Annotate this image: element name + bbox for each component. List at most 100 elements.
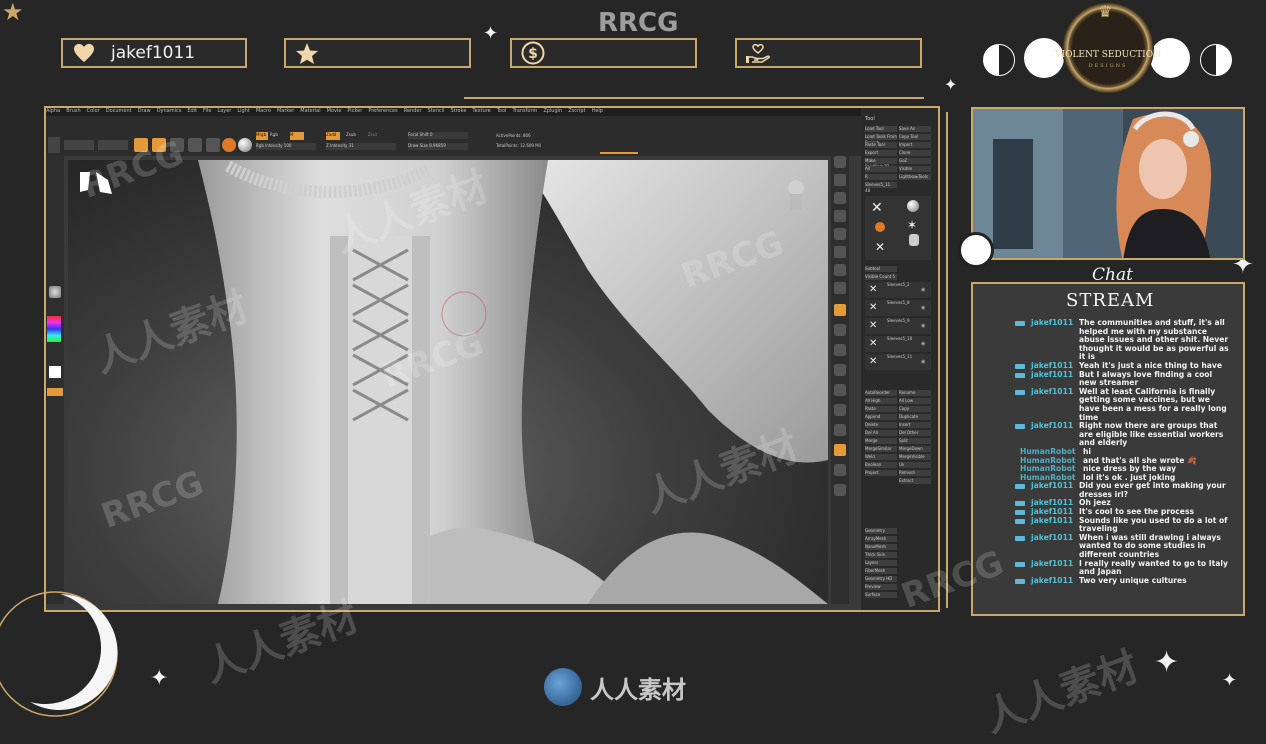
zintensity-slider[interactable]: Z Intensity 31 xyxy=(326,143,396,150)
zoom3d-button[interactable] xyxy=(834,364,846,376)
chat-username[interactable]: jakef1011 xyxy=(1031,533,1079,560)
brush-icon[interactable] xyxy=(222,138,236,152)
tool-palette-button[interactable]: NanoMesh xyxy=(865,544,897,550)
tool-palette-button[interactable]: Uv xyxy=(899,462,931,468)
main-color-swatch[interactable] xyxy=(49,366,61,378)
frame-button[interactable] xyxy=(834,324,846,336)
tool-palette-button[interactable]: Preview xyxy=(865,584,897,590)
tool-palette-button[interactable]: All High xyxy=(865,398,897,404)
menu-item[interactable]: Render xyxy=(404,108,422,114)
chat-username[interactable]: jakef1011 xyxy=(1031,481,1079,499)
scroll-button[interactable] xyxy=(834,192,846,204)
menu-item[interactable]: Light xyxy=(237,108,249,114)
menu-item[interactable]: Document xyxy=(106,108,132,114)
rgb-button[interactable]: Rgb xyxy=(270,132,288,140)
edit-button[interactable] xyxy=(134,138,148,152)
tool-palette-button[interactable]: Subtool xyxy=(865,266,897,272)
menu-item[interactable]: Preferences xyxy=(368,108,397,114)
tool-palette-button[interactable]: Del All xyxy=(865,430,897,436)
menu-item[interactable]: Edit xyxy=(187,108,197,114)
tool-palette-button[interactable]: Rename xyxy=(899,390,931,396)
subtool-row[interactable]: ✕ Sleeves5_10 ◉ xyxy=(865,336,931,352)
menu-item[interactable]: Transform xyxy=(512,108,537,114)
tool-palette-button[interactable]: Copy Tool xyxy=(899,134,931,140)
subtool-row[interactable]: ✕ Sleeves5_8 ◉ xyxy=(865,300,931,316)
rgb-intensity-slider[interactable]: Rgb Intensity 100 xyxy=(256,143,316,150)
tool-palette-button[interactable]: Geometry HD xyxy=(865,576,897,582)
tool-palette-button[interactable]: Load Tool xyxy=(865,126,897,132)
chat-username[interactable]: jakef1011 xyxy=(1031,576,1079,586)
menu-item[interactable]: Dynamics xyxy=(157,108,182,114)
tool-palette-button[interactable]: Weld xyxy=(865,454,897,460)
menu-item[interactable]: Zplugin xyxy=(543,108,562,114)
chat-username[interactable]: jakef1011 xyxy=(1031,516,1079,534)
aahalf-button[interactable] xyxy=(834,246,846,258)
menu-item[interactable]: Macro xyxy=(256,108,271,114)
tool-palette-button[interactable]: FiberMesh xyxy=(865,568,897,574)
actual-button[interactable] xyxy=(834,228,846,240)
menu-item[interactable]: Zscript xyxy=(568,108,585,114)
xpose-button[interactable] xyxy=(834,484,846,496)
menu-item[interactable]: Color xyxy=(87,108,100,114)
tool-palette-button[interactable]: Delete xyxy=(865,422,897,428)
menu-item[interactable]: Texture xyxy=(472,108,490,114)
menu-item[interactable]: Material xyxy=(300,108,320,114)
menu-item[interactable]: Draw xyxy=(138,108,151,114)
sleeve-thumbnail-icon[interactable]: ✕ xyxy=(871,200,891,216)
menu-item[interactable]: Picker xyxy=(347,108,362,114)
tool-palette-button[interactable]: AutoReorder xyxy=(865,390,897,396)
tool-palette-button[interactable]: Load Tools From Project xyxy=(865,134,897,145)
visibility-eye-icon[interactable]: ◉ xyxy=(921,323,925,329)
tool-palette-button[interactable]: R xyxy=(865,174,897,180)
tool-palette-button[interactable]: Del Other xyxy=(899,430,931,436)
tool-palette-button[interactable]: Make PolyMesh3D xyxy=(865,158,897,169)
tool-palette-button[interactable]: Layers xyxy=(865,560,897,566)
local-button[interactable] xyxy=(834,304,846,316)
tool-palette-button[interactable]: All xyxy=(865,166,897,172)
subtool-row[interactable]: ✕ Sleeves5_9 ◉ xyxy=(865,318,931,334)
tool-palette-button[interactable]: Export xyxy=(865,150,897,156)
transp-button[interactable] xyxy=(834,444,846,456)
visibility-eye-icon[interactable]: ◉ xyxy=(921,359,925,365)
tool-palette-button[interactable]: Thick Skin xyxy=(865,552,897,558)
tool-palette-button[interactable]: Boolean xyxy=(865,462,897,468)
chat-username[interactable]: jakef1011 xyxy=(1031,559,1079,577)
tool-palette-button[interactable]: Duplicate xyxy=(899,414,931,420)
zcut-button[interactable]: Zcut xyxy=(368,132,382,140)
menu-item[interactable]: Tool xyxy=(497,108,507,114)
chat-username[interactable]: jakef1011 xyxy=(1031,387,1079,422)
move-button[interactable] xyxy=(170,138,184,152)
menu-item[interactable]: Help xyxy=(592,108,603,114)
tool-palette-button[interactable]: Remesh xyxy=(899,470,931,476)
tool-palette-button[interactable]: Paste Tool xyxy=(865,142,897,148)
visibility-eye-icon[interactable]: ◉ xyxy=(921,341,925,347)
linefill-button[interactable] xyxy=(834,404,846,416)
tool-palette-button[interactable]: MergeSimilar xyxy=(865,446,897,452)
menu-item[interactable]: Stroke xyxy=(450,108,466,114)
subtool-row[interactable]: ✕ Sleeves5_2 ◉ xyxy=(865,282,931,298)
zoom-button[interactable] xyxy=(834,210,846,222)
m-button[interactable]: M xyxy=(290,132,304,140)
tool-palette-button[interactable]: Save As xyxy=(899,126,931,132)
tool-palette-button[interactable]: Merge xyxy=(865,438,897,444)
tool-palette-button[interactable]: Project xyxy=(865,470,897,476)
floor-button[interactable] xyxy=(834,282,846,294)
persp-button[interactable] xyxy=(834,264,846,276)
draw-button[interactable] xyxy=(152,138,166,152)
live-boolean-button[interactable] xyxy=(98,140,128,150)
zadd-button[interactable]: Zadd xyxy=(326,132,340,140)
lightbox-button[interactable] xyxy=(64,140,94,150)
zsub-button[interactable]: Zsub xyxy=(346,132,360,140)
projection-button[interactable] xyxy=(48,137,60,153)
tool-palette-button[interactable]: MergeVisible xyxy=(899,454,931,460)
tool-palette-button[interactable]: GoZ xyxy=(899,158,931,164)
tool-palette-button[interactable]: Append xyxy=(865,414,897,420)
brush-preview-icon[interactable] xyxy=(49,286,61,298)
tool-palette-button[interactable]: Paste xyxy=(865,406,897,412)
focal-shift-slider[interactable]: Focal Shift 0 xyxy=(408,132,468,139)
tool-palette-button[interactable]: Sleeves5_11. 48 xyxy=(865,182,897,193)
rotate-view-button[interactable] xyxy=(834,384,846,396)
visibility-eye-icon[interactable]: ◉ xyxy=(921,287,925,293)
sleeve-thumbnail-icon[interactable]: ✕ xyxy=(875,240,885,254)
color-picker[interactable] xyxy=(47,316,61,342)
